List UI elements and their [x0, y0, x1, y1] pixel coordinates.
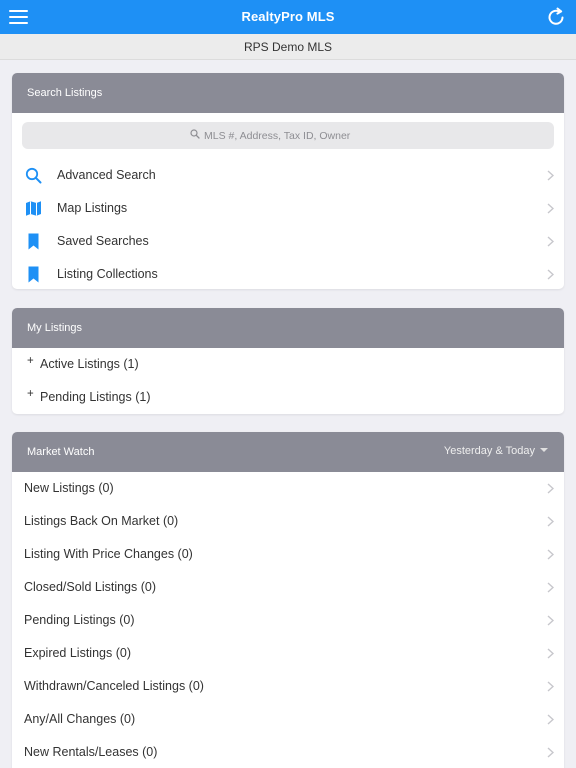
market-watch-item[interactable]: Closed/Sold Listings (0): [12, 571, 564, 604]
chevron-right-icon: [547, 483, 554, 494]
market-watch-item-label: Pending Listings (0): [24, 613, 135, 627]
market-watch-title: Market Watch: [27, 446, 95, 458]
expand-plus-icon: +: [27, 388, 34, 400]
active-listings-label: Active Listings (1): [40, 357, 139, 371]
market-watch-card: Market Watch Yesterday & Today New Listi…: [12, 432, 564, 768]
mls-name: RPS Demo MLS: [243, 40, 333, 54]
chevron-right-icon: [547, 549, 554, 560]
chevron-right-icon: [547, 714, 554, 725]
market-watch-item-label: Any/All Changes (0): [24, 712, 136, 726]
market-watch-header: Market Watch Yesterday & Today: [12, 432, 564, 472]
search-input[interactable]: [204, 126, 404, 145]
map-icon: [26, 201, 41, 216]
chevron-right-icon: [547, 203, 554, 214]
market-watch-item-label: Listing With Price Changes (0): [24, 547, 193, 561]
advanced-search-label: Advanced Search: [57, 168, 156, 182]
market-watch-item[interactable]: New Rentals/Leases (0): [12, 736, 564, 768]
expand-plus-icon: +: [27, 355, 34, 367]
my-listings-card: My Listings + Active Listings (1) + Pend…: [12, 308, 564, 414]
market-watch-item-label: Expired Listings (0): [24, 646, 131, 660]
chevron-right-icon: [547, 747, 554, 758]
chevron-right-icon: [547, 615, 554, 626]
search-icon: [25, 167, 42, 184]
listing-collections-row[interactable]: Listing Collections: [12, 258, 564, 289]
date-range-dropdown[interactable]: Yesterday & Today: [444, 445, 548, 457]
market-watch-item-label: Closed/Sold Listings (0): [24, 580, 157, 594]
saved-searches-label: Saved Searches: [57, 234, 149, 248]
map-listings-label: Map Listings: [57, 201, 128, 215]
search-listings-card: Search Listings Advanced Search Map List…: [12, 73, 564, 289]
search-icon: [190, 129, 200, 139]
chevron-right-icon: [547, 269, 554, 280]
caret-down-icon: [540, 448, 548, 453]
chevron-right-icon: [547, 516, 554, 527]
bookmark-icon: [28, 233, 39, 250]
listing-collections-label: Listing Collections: [57, 267, 158, 281]
search-listings-title: Search Listings: [27, 87, 103, 99]
my-listings-header: My Listings: [12, 308, 564, 348]
active-listings-row[interactable]: + Active Listings (1): [12, 348, 564, 381]
mls-name-bar: RPS Demo MLS: [0, 34, 576, 60]
top-nav-bar: RealtyPro MLS: [0, 0, 576, 34]
market-watch-item[interactable]: Listing With Price Changes (0): [12, 538, 564, 571]
refresh-icon[interactable]: [545, 6, 567, 28]
app-title: RealtyPro MLS: [241, 9, 335, 24]
search-bar-container: [12, 113, 564, 159]
my-listings-title: My Listings: [27, 322, 83, 334]
market-watch-item[interactable]: Pending Listings (0): [12, 604, 564, 637]
search-listings-header: Search Listings: [12, 73, 564, 113]
market-watch-item-label: Listings Back On Market (0): [24, 514, 179, 528]
market-watch-item-label: New Rentals/Leases (0): [24, 745, 158, 759]
pending-listings-row[interactable]: + Pending Listings (1): [12, 381, 564, 414]
market-watch-item-label: Withdrawn/Canceled Listings (0): [24, 679, 204, 693]
bookmark-icon: [28, 266, 39, 283]
market-watch-item-label: New Listings (0): [24, 481, 114, 495]
chevron-right-icon: [547, 648, 554, 659]
market-watch-item[interactable]: Listings Back On Market (0): [12, 505, 564, 538]
market-watch-item[interactable]: Any/All Changes (0): [12, 703, 564, 736]
saved-searches-row[interactable]: Saved Searches: [12, 225, 564, 258]
chevron-right-icon: [547, 236, 554, 247]
search-box[interactable]: [22, 122, 554, 149]
date-range-value: Yesterday & Today: [443, 445, 535, 457]
market-watch-item[interactable]: Withdrawn/Canceled Listings (0): [12, 670, 564, 703]
map-listings-row[interactable]: Map Listings: [12, 192, 564, 225]
chevron-right-icon: [547, 170, 554, 181]
pending-listings-label: Pending Listings (1): [40, 390, 151, 404]
chevron-right-icon: [547, 582, 554, 593]
advanced-search-row[interactable]: Advanced Search: [12, 159, 564, 192]
market-watch-item[interactable]: New Listings (0): [12, 472, 564, 505]
chevron-right-icon: [547, 681, 554, 692]
market-watch-item[interactable]: Expired Listings (0): [12, 637, 564, 670]
